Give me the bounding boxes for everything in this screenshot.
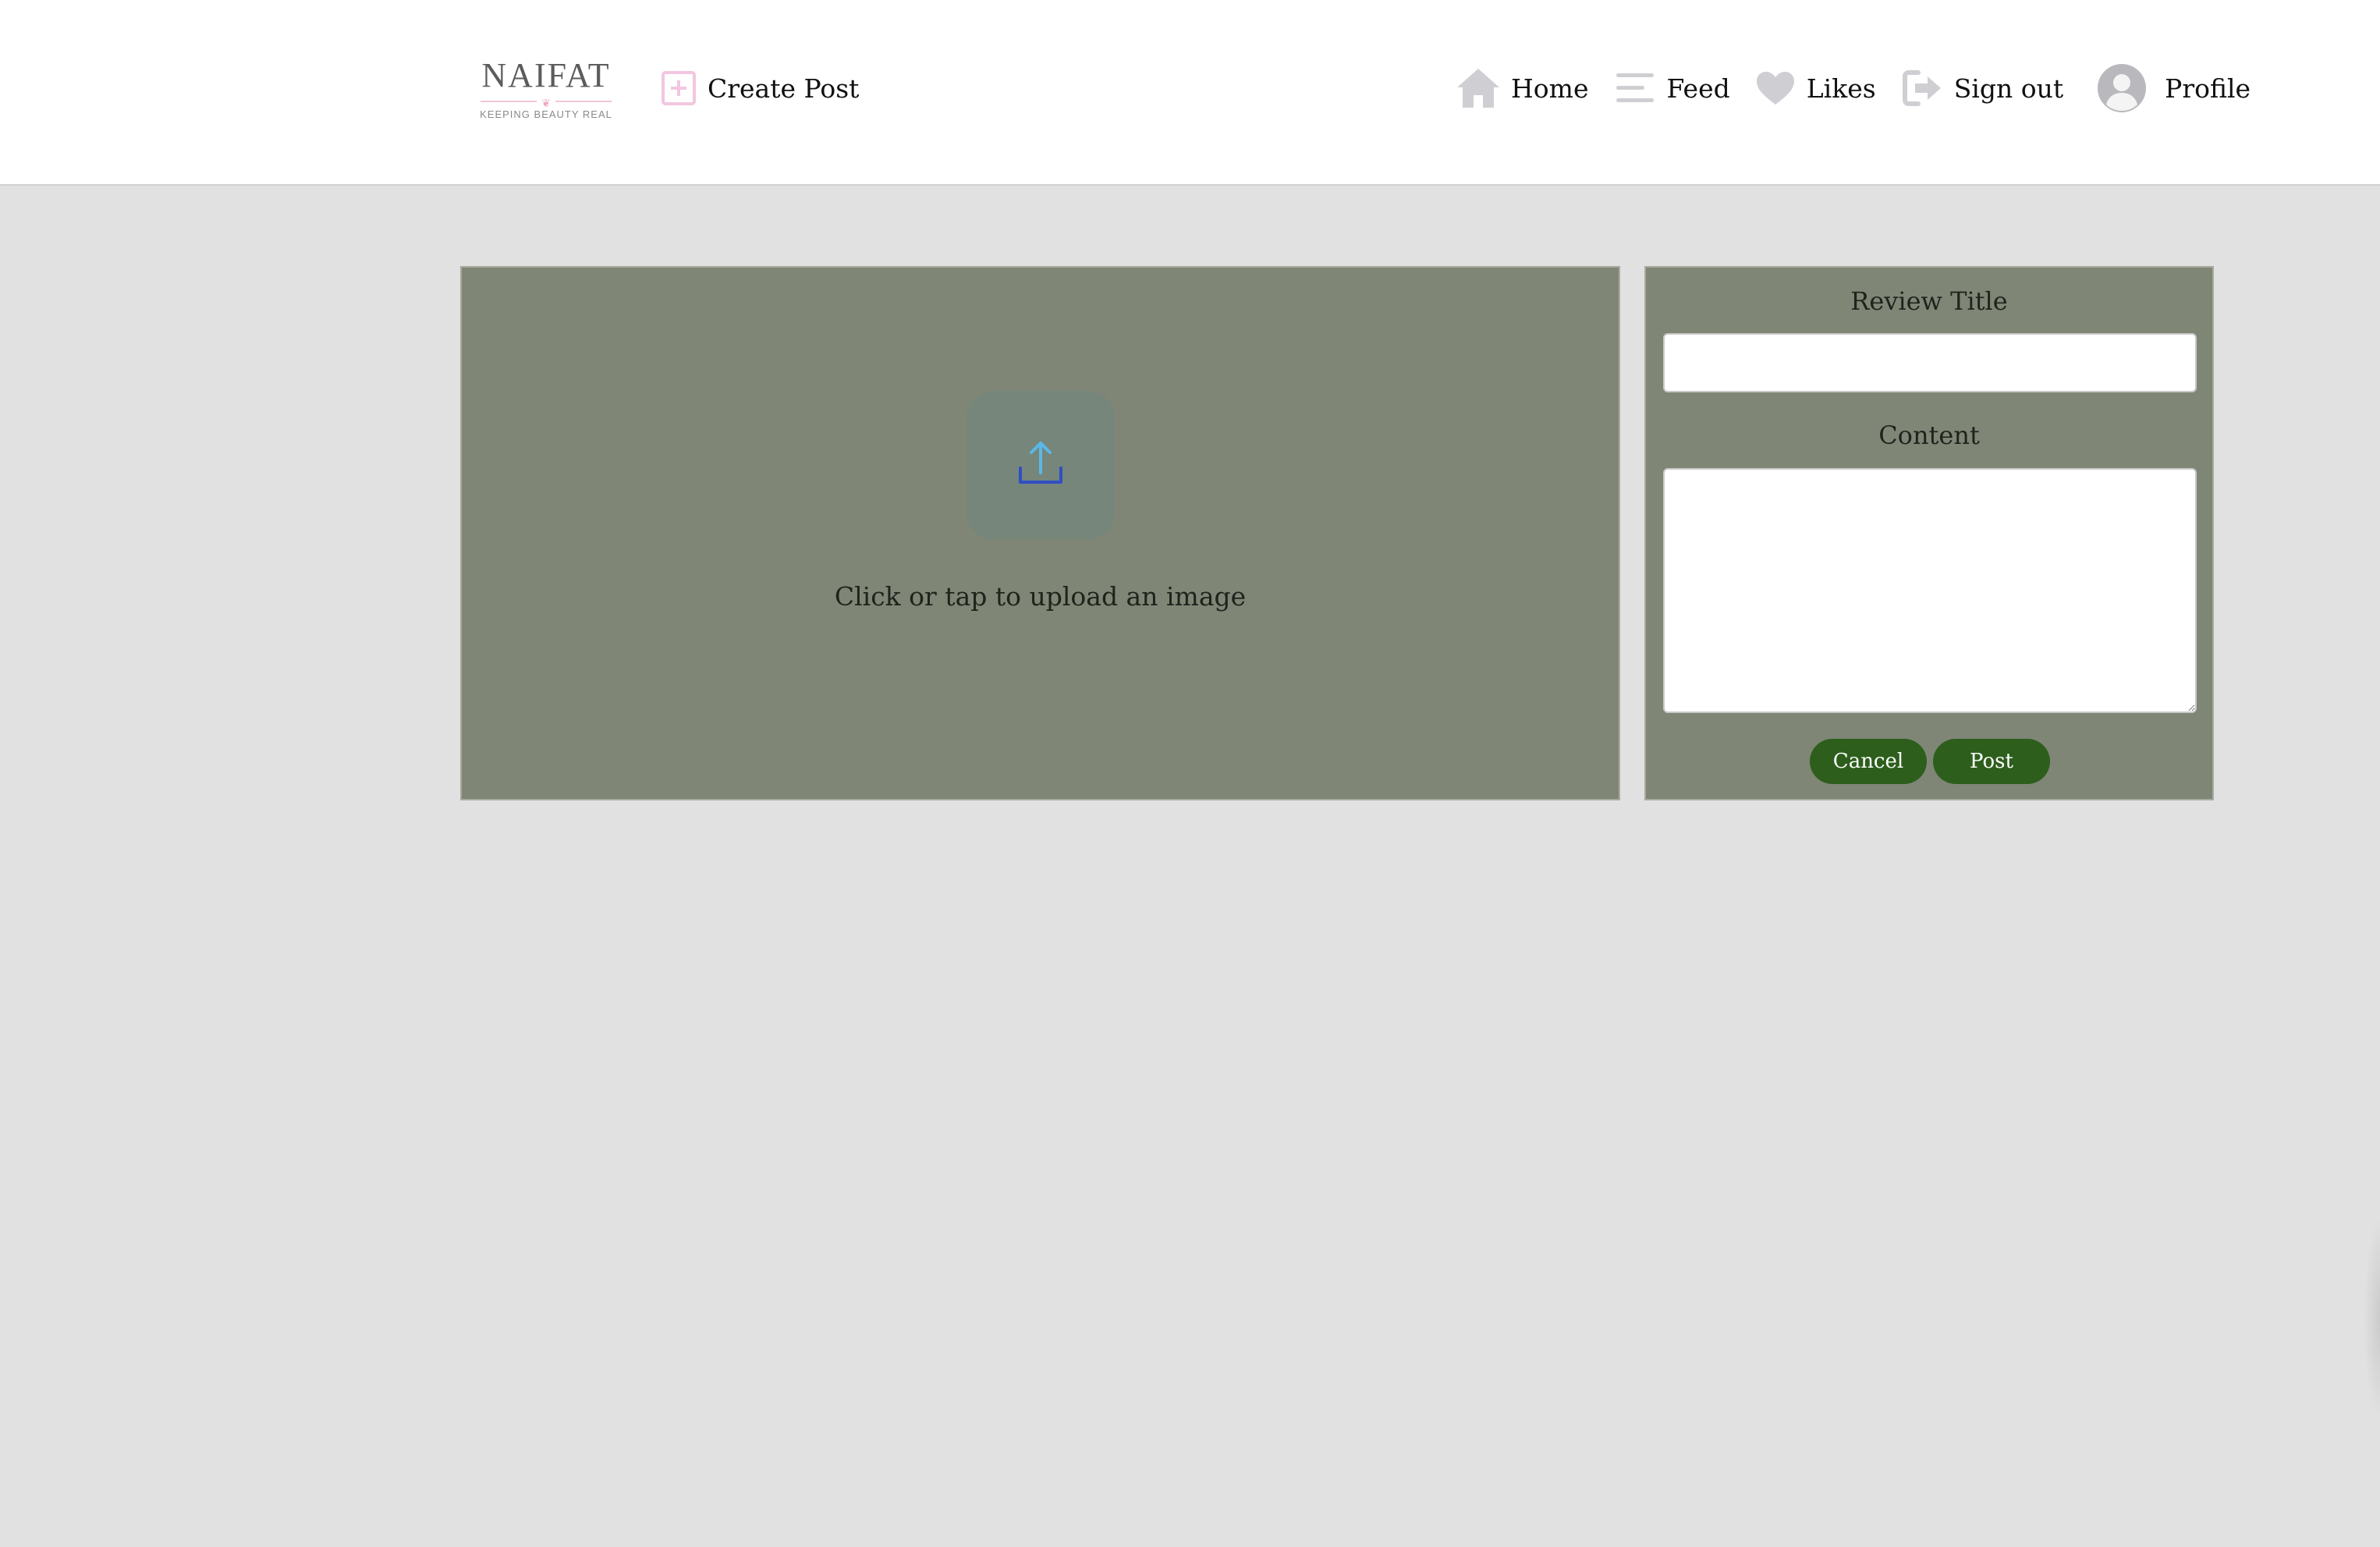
nav-item-feed[interactable]: Feed [1615,70,1730,106]
upload-prompt: Click or tap to upload an image [834,581,1247,612]
nav-item-profile[interactable]: Profile [2098,64,2251,112]
nav-label-home: Home [1511,73,1589,104]
create-post-link[interactable]: Create Post [661,69,859,108]
nav-label-profile: Profile [2165,73,2251,104]
review-form: Review Title Content Cancel Post [1644,266,2214,800]
nav-label-likes: Likes [1806,73,1876,104]
heart-icon [1756,72,1794,105]
cancel-button[interactable]: Cancel [1810,739,1927,784]
create-post-label: Create Post [708,73,860,104]
top-navbar: NAIFAT ❦ KEEPING BEAUTY REAL Create Post… [0,0,2380,186]
feed-lines-icon [1616,73,1655,102]
nav-item-likes[interactable]: Likes [1755,70,1876,106]
nav-item-sign-out[interactable]: Sign out [1902,69,2064,107]
upload-icon [1019,442,1062,484]
logo-emblem-icon: ❦ [537,98,555,110]
content-label: Content [1878,420,1980,450]
nav-item-home[interactable]: Home [1455,66,1588,110]
home-icon [1457,69,1499,108]
nav-label-feed: Feed [1666,73,1730,104]
main-nav: Home Feed Likes Sign out Profile [1455,62,2251,114]
post-button[interactable]: Post [1933,739,2050,784]
nav-label-sign-out: Sign out [1953,73,2064,104]
brand-logo[interactable]: NAIFAT ❦ KEEPING BEAUTY REAL [476,56,616,126]
brand-name: NAIFAT [481,56,611,94]
review-title-label: Review Title [1850,286,2008,316]
logo-divider: ❦ [481,95,612,110]
avatar-icon [2098,64,2147,112]
sign-out-icon [1902,70,1941,106]
upload-button[interactable] [967,391,1115,539]
content-textarea[interactable] [1663,468,2197,713]
edge-shadow-decoration [2364,1217,2380,1420]
image-upload-area[interactable]: Click or tap to upload an image [460,266,1620,800]
plus-square-icon [662,71,696,105]
review-title-input[interactable] [1663,333,2197,392]
